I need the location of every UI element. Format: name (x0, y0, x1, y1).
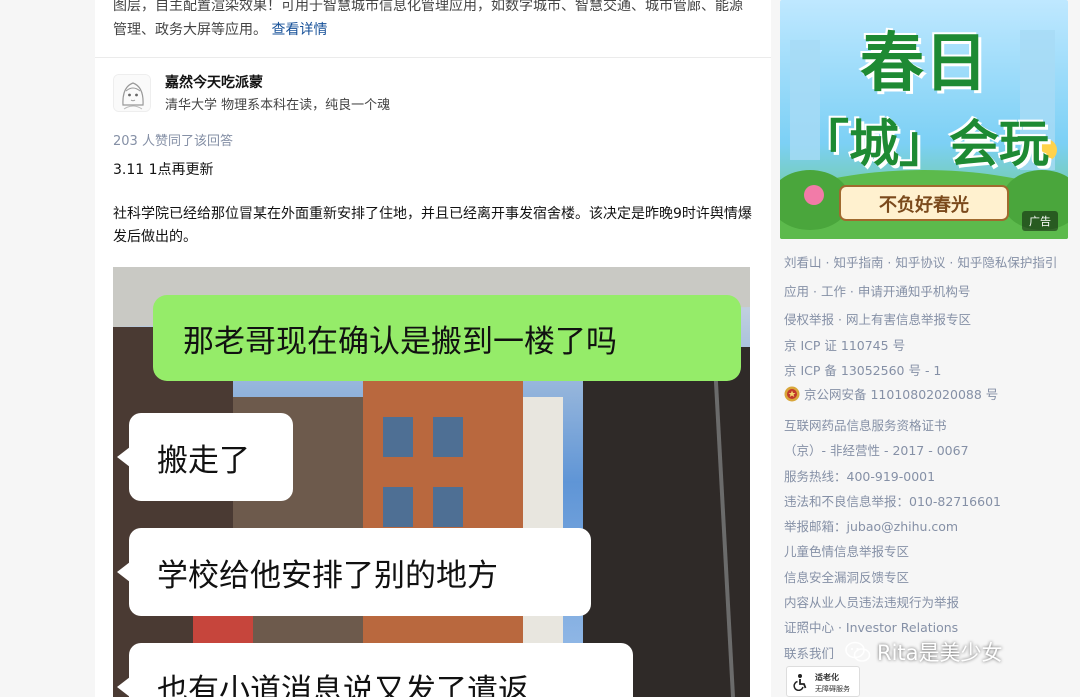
chat-bubble-2: 搬走了 (117, 413, 293, 501)
author-bio: 清华大学 物理系本科在读，纯良一个魂 (165, 98, 391, 113)
footer-link-harmful[interactable]: 网上有害信息举报专区 (846, 312, 971, 327)
footer-link-infringement[interactable]: 侵权举报 (784, 312, 834, 327)
footer-icp-license[interactable]: 京 ICP 证 110745 号 (784, 335, 905, 354)
ad-badge: 广告 (1022, 211, 1058, 231)
chat-bubble-4-text: 也有小道消息说又发了遣返 (157, 672, 529, 697)
sidebar-ad[interactable]: 春日 「城」会玩 不负好春光 广告 (780, 0, 1068, 239)
wechat-icon (845, 641, 871, 662)
vote-count: 203 人赞同了该回答 (113, 134, 233, 149)
watermark: Rita是美少女 (845, 637, 1003, 667)
footer-security-report[interactable]: 信息安全漏洞反馈专区 (784, 567, 909, 586)
elder-badge-line2: 无障碍服务 (815, 685, 850, 693)
avatar[interactable] (113, 74, 151, 112)
wheelchair-icon (793, 674, 807, 691)
footer-icp-record[interactable]: 京 ICP 备 13052560 号 - 1 (784, 360, 941, 379)
answer-intro: 图层，自主配置渲染效果！可用于智慧城市信息化管理应用，如数字城市、智慧交通、城市… (113, 0, 753, 42)
footer-contact[interactable]: 联系我们 (784, 643, 834, 662)
read-more-link[interactable]: 查看详情 (271, 22, 327, 38)
ad-banner-text: 不负好春光 (879, 195, 969, 216)
footer-link-privacy[interactable]: 知乎隐私保护指引 (957, 255, 1057, 270)
author-name[interactable]: 嘉然今天吃派蒙 (165, 72, 263, 92)
update-note: 3.11 1点再更新 (113, 162, 214, 178)
chat-bubble-3: 学校给他安排了别的地方 (117, 528, 591, 616)
footer-row-1: 刘看山 · 知乎指南 · 知乎协议 · 知乎隐私保护指引 (784, 255, 1058, 270)
elder-accessibility-badge[interactable]: 适老化 无障碍服务 (786, 666, 860, 697)
chat-bubble-2-text: 搬走了 (157, 442, 250, 479)
footer-link-agreement[interactable]: 知乎协议 (895, 255, 945, 270)
answer-card: 图层，自主配置渲染效果！可用于智慧城市信息化管理应用，如数字城市、智慧交通、城市… (95, 0, 771, 697)
chat-bubble-1: 那老哥现在确认是搬到一楼了吗 (153, 295, 741, 381)
footer-row-2: 应用 · 工作 · 申请开通知乎机构号 (784, 284, 971, 299)
footer-investor-relations[interactable]: 证照中心 · Investor Relations (784, 617, 958, 636)
ad-title-line2: 「城」会玩 (799, 115, 1049, 173)
elder-badge-line1: 适老化 (815, 673, 839, 682)
footer-link-jobs[interactable]: 工作 (821, 284, 846, 299)
chat-bubble-1-text: 那老哥现在确认是搬到一楼了吗 (183, 323, 617, 360)
answer-intro-text: 图层，自主配置渲染效果！可用于智慧城市信息化管理应用，如数字城市、智慧交通、城市… (113, 0, 743, 38)
footer-police-record[interactable]: 京公网安备 11010802020088 号 (784, 384, 998, 403)
ad-title-line1: 春日 (860, 27, 988, 101)
footer-link-guide[interactable]: 知乎指南 (833, 255, 883, 270)
chat-bubble-3-text: 学校给他安排了别的地方 (157, 557, 498, 594)
footer-link-liukanshan[interactable]: 刘看山 (784, 255, 822, 270)
police-badge-icon (784, 386, 800, 401)
footer-drug-cert-number: （京）- 非经营性 - 2017 - 0067 (784, 443, 969, 458)
footer-staff-report[interactable]: 内容从业人员违法违规行为举报 (784, 592, 959, 611)
footer-report-phone: 违法和不良信息举报：010-82716601 (784, 494, 1001, 509)
watermark-text: Rita是美少女 (877, 641, 1003, 665)
anime-avatar-icon (114, 75, 150, 111)
footer-hotline: 服务热线：400-919-0001 (784, 469, 936, 484)
footer-child-report[interactable]: 儿童色情信息举报专区 (784, 541, 909, 560)
footer-report-email[interactable]: 举报邮箱：jubao@zhihu.com (784, 516, 958, 535)
footer-police-text: 京公网安备 11010802020088 号 (804, 387, 999, 402)
footer-link-app[interactable]: 应用 (784, 284, 809, 299)
answer-paragraph: 社科学院已经给那位冒某在外面重新安排了住地，并且已经离开事发宿舍楼。该决定是昨晚… (113, 206, 752, 245)
chat-screenshot-image: 那老哥现在确认是搬到一楼了吗 搬走了 学校给他安排了别的地方 也有小道消息说又发… (113, 267, 750, 697)
footer-drug-cert[interactable]: 互联网药品信息服务资格证书 (784, 415, 947, 434)
chat-bubble-4: 也有小道消息说又发了遣返 (117, 643, 633, 697)
footer-row-3: 侵权举报 · 网上有害信息举报专区 (784, 312, 971, 327)
footer-link-org[interactable]: 申请开通知乎机构号 (858, 284, 971, 299)
divider (95, 57, 771, 58)
